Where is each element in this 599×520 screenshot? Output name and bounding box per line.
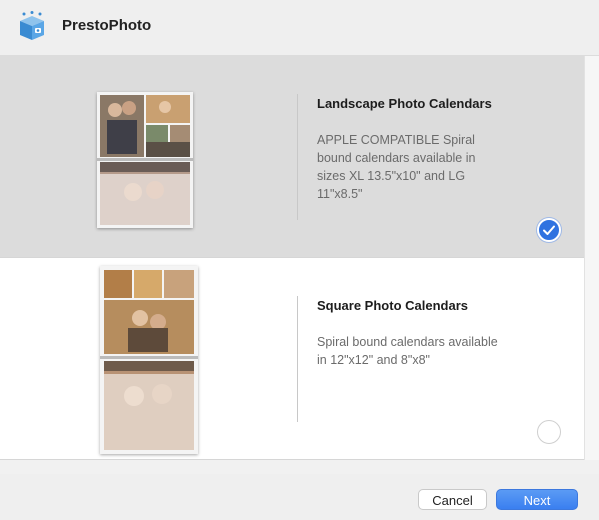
title-bar: PrestoPhoto: [0, 0, 599, 56]
app-title: PrestoPhoto: [62, 17, 152, 34]
scrollbar[interactable]: [584, 56, 599, 460]
square-calendar-thumbnail: [100, 266, 198, 454]
checkmark-icon: [543, 225, 555, 235]
option-description: APPLE COMPATIBLE Spiral bound calendars …: [317, 133, 476, 201]
presto-cube-icon: [20, 11, 44, 40]
option-divider: [297, 296, 298, 422]
option-title: Landscape Photo Calendars: [317, 96, 492, 111]
selected-radio-button[interactable]: [537, 218, 561, 242]
calendar-options-list[interactable]: Landscape Photo Calendars APPLE COMPATIB…: [0, 56, 584, 460]
option-landscape-calendars[interactable]: Landscape Photo Calendars APPLE COMPATIB…: [0, 56, 584, 258]
cancel-button[interactable]: Cancel: [418, 489, 487, 510]
option-description: Spiral bound calendars available in 12"x…: [317, 335, 498, 367]
next-button[interactable]: Next: [496, 489, 578, 510]
landscape-calendar-thumbnail: [97, 92, 193, 228]
unselected-radio-button[interactable]: [537, 420, 561, 444]
option-square-calendars[interactable]: Square Photo Calendars Spiral bound cale…: [0, 258, 584, 460]
option-title: Square Photo Calendars: [317, 298, 468, 313]
option-divider: [297, 94, 298, 220]
